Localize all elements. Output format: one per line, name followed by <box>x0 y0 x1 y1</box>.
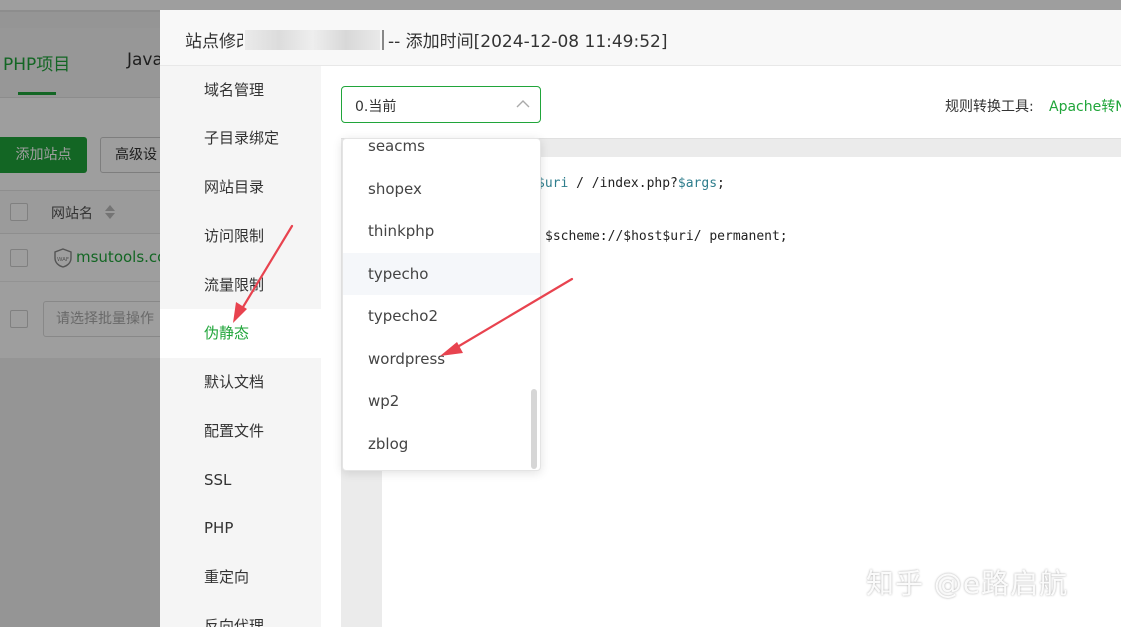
nav-item-domain[interactable]: 域名管理 <box>160 66 321 115</box>
option-wp2[interactable]: wp2 <box>343 380 540 422</box>
chevron-up-icon <box>516 100 530 108</box>
code-text: / /index.php? <box>576 176 678 191</box>
option-thinkphp[interactable]: thinkphp <box>343 210 540 252</box>
nav-item-default-document[interactable]: 默认文档 <box>160 358 321 407</box>
modal-header: 站点修改 -- 添加时间[2024-12-08 11:49:52] <box>160 10 1121 66</box>
modal-title-prefix: 站点修改 <box>185 32 243 52</box>
modal-side-nav: 域名管理 子目录绑定 网站目录 访问限制 流量限制 伪静态 默认文档 配置文件 … <box>160 66 321 627</box>
code-var-uri: $uri <box>537 176 569 191</box>
nav-item-access-limit[interactable]: 访问限制 <box>160 212 321 261</box>
option-shopex[interactable]: shopex <box>343 168 540 210</box>
site-edit-modal: 站点修改 -- 添加时间[2024-12-08 11:49:52] 域名管理 子目… <box>160 10 1121 627</box>
blurred-site-name <box>245 30 380 50</box>
nav-item-redirect[interactable]: 重定向 <box>160 553 321 602</box>
option-typecho[interactable]: typecho <box>343 253 540 295</box>
option-zblog[interactable]: zblog <box>343 423 540 465</box>
option-wordpress[interactable]: wordpress <box>343 338 540 380</box>
select-value: 0.当前 <box>355 99 397 115</box>
apache-convert-link[interactable]: Apache转N <box>1049 96 1121 116</box>
option-typecho2[interactable]: typecho2 <box>343 295 540 337</box>
code-line-1: $uri / /index.php?$args; <box>537 176 725 191</box>
nav-item-traffic-limit[interactable]: 流量限制 <box>160 261 321 310</box>
zhihu-watermark: 知乎 @e路启航 <box>866 567 1069 600</box>
option-seacms[interactable]: seacms <box>343 139 540 167</box>
rewrite-template-select[interactable]: 0.当前 <box>341 86 541 123</box>
code-line-2: $scheme://$host$uri/ permanent; <box>545 229 788 244</box>
nav-item-config-file[interactable]: 配置文件 <box>160 407 321 456</box>
code-semicolon: ; <box>717 176 725 191</box>
nav-item-reverse-proxy[interactable]: 反向代理 <box>160 602 321 627</box>
title-separator <box>382 30 384 50</box>
nav-item-subdirectory[interactable]: 子目录绑定 <box>160 114 321 163</box>
nav-item-php[interactable]: PHP <box>160 504 321 553</box>
code-var-args: $args <box>677 176 718 191</box>
nav-item-site-directory[interactable]: 网站目录 <box>160 163 321 212</box>
nav-item-rewrite[interactable]: 伪静态 <box>160 309 321 358</box>
dropdown-scrollbar[interactable] <box>531 389 537 469</box>
rewrite-template-dropdown: seacms shopex thinkphp typecho typecho2 … <box>342 138 541 471</box>
rule-convert-label: 规则转换工具: <box>945 99 1034 115</box>
modal-title: 站点修改 -- 添加时间[2024-12-08 11:49:52] <box>185 27 668 52</box>
modal-title-suffix: -- 添加时间[2024-12-08 11:49:52] <box>388 32 668 52</box>
nav-item-ssl[interactable]: SSL <box>160 456 321 505</box>
